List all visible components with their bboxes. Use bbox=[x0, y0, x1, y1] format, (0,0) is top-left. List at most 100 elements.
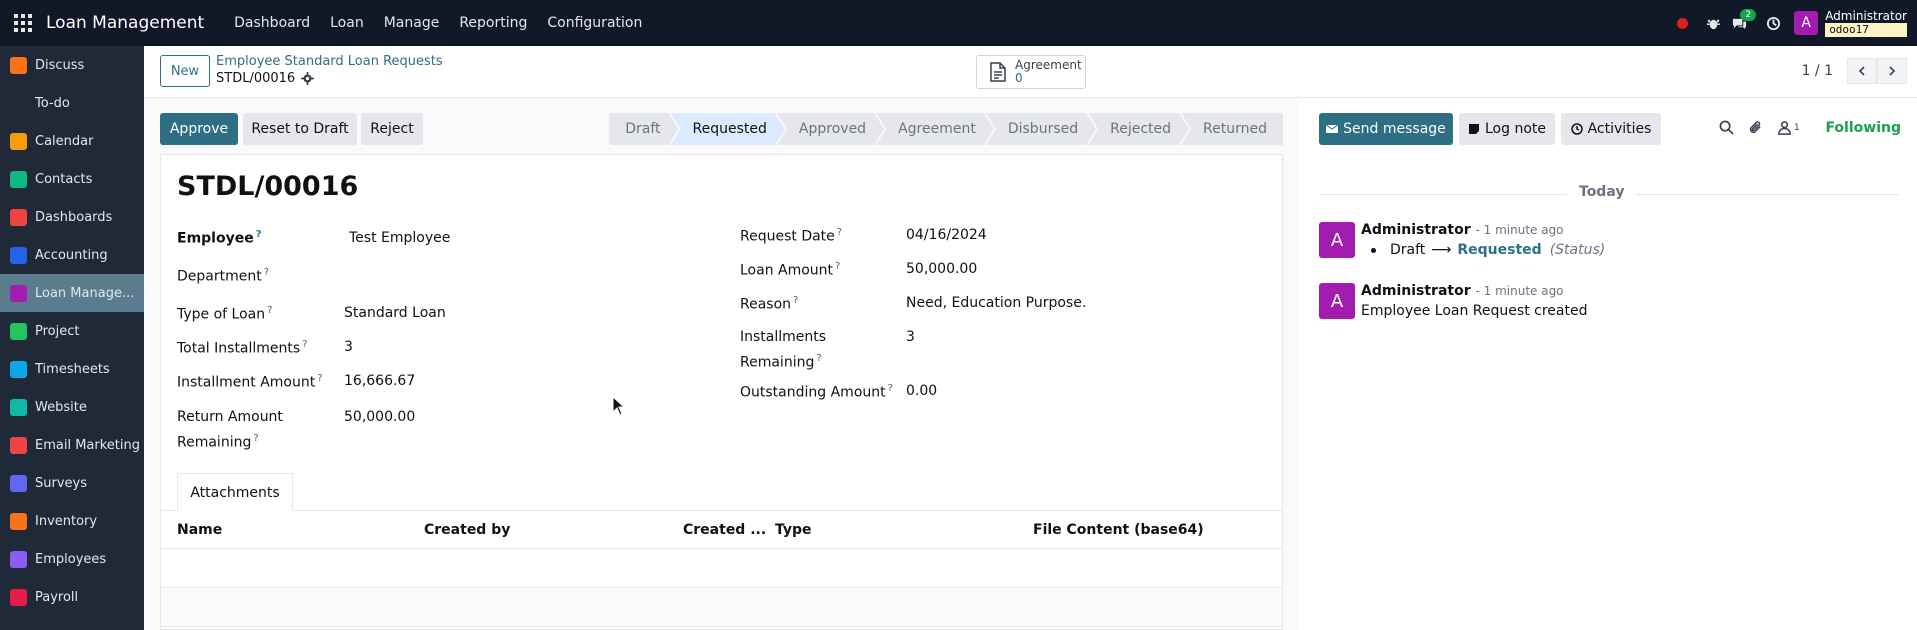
message-avatar[interactable]: A bbox=[1319, 283, 1355, 319]
log-note-button[interactable]: Log note bbox=[1459, 113, 1555, 145]
sidebar-item-timesheets[interactable]: Timesheets bbox=[0, 350, 144, 388]
menu-configuration[interactable]: Configuration bbox=[537, 15, 652, 31]
paperclip-icon[interactable] bbox=[1748, 120, 1763, 135]
help-icon[interactable]: ? bbox=[264, 267, 269, 278]
chat-icon[interactable]: 2 bbox=[1726, 0, 1757, 46]
debug-bug-icon[interactable] bbox=[1700, 0, 1726, 46]
return-amount-remaining-field[interactable]: 50,000.00 bbox=[344, 409, 415, 425]
message-author: Administrator - 1 minute ago bbox=[1361, 283, 1564, 299]
stage-draft[interactable]: Draft bbox=[609, 113, 678, 145]
help-icon[interactable]: ? bbox=[256, 229, 262, 240]
email-marketing-icon bbox=[10, 436, 27, 454]
menu-dashboard[interactable]: Dashboard bbox=[224, 15, 320, 31]
sidebar-item-dashboards[interactable]: Dashboards bbox=[0, 198, 144, 236]
sidebar-item-website[interactable]: Website bbox=[0, 388, 144, 426]
sidebar-item-loan[interactable]: Loan Manage... bbox=[0, 274, 144, 312]
department-label: Department? bbox=[177, 267, 269, 285]
stage-requested[interactable]: Requested bbox=[671, 113, 785, 145]
stage-rejected[interactable]: Rejected bbox=[1088, 113, 1189, 145]
apps-menu-icon[interactable] bbox=[0, 0, 46, 46]
pager: 1 / 1 bbox=[1802, 58, 1907, 84]
sidebar-item-label: Inventory bbox=[35, 513, 98, 529]
gear-icon[interactable] bbox=[301, 72, 315, 85]
help-icon[interactable]: ? bbox=[816, 353, 821, 364]
sidebar-item-surveys[interactable]: Surveys bbox=[0, 464, 144, 502]
employee-field[interactable]: Test Employee bbox=[349, 230, 450, 246]
sidebar-item-todo[interactable]: To-do bbox=[0, 84, 144, 122]
pager-previous-button[interactable] bbox=[1847, 58, 1877, 84]
chat-badge: 2 bbox=[1740, 9, 1757, 21]
following-button[interactable]: Following bbox=[1825, 120, 1901, 136]
message-avatar[interactable]: A bbox=[1319, 222, 1355, 258]
return-remaining-label-text: Remaining bbox=[177, 434, 252, 451]
sidebar-item-calendar[interactable]: Calendar bbox=[0, 122, 144, 160]
clock-activity-icon[interactable] bbox=[1760, 0, 1786, 46]
search-icon[interactable] bbox=[1719, 120, 1734, 135]
loan-amount-field[interactable]: 50,000.00 bbox=[906, 261, 977, 277]
installments-remaining-field[interactable]: 3 bbox=[906, 329, 915, 345]
sidebar-item-employees[interactable]: Employees bbox=[0, 540, 144, 578]
send-message-button[interactable]: Send message bbox=[1319, 113, 1453, 145]
stage-returned[interactable]: Returned bbox=[1181, 113, 1283, 145]
menu-manage[interactable]: Manage bbox=[374, 15, 450, 31]
user-avatar[interactable]: A bbox=[1794, 11, 1819, 35]
stage-agreement[interactable]: Agreement bbox=[876, 113, 994, 145]
col-name[interactable]: Name bbox=[177, 511, 222, 549]
reset-to-draft-button[interactable]: Reset to Draft bbox=[243, 113, 357, 145]
activities-button[interactable]: Activities bbox=[1561, 113, 1661, 145]
attachments-table-header: Name Created by Created ... Type File Co… bbox=[161, 511, 1282, 549]
outstanding-amount-field[interactable]: 0.00 bbox=[906, 383, 937, 399]
app-title[interactable]: Loan Management bbox=[46, 13, 204, 33]
table-row[interactable] bbox=[161, 550, 1282, 588]
installment-amount-field[interactable]: 16,666.67 bbox=[344, 373, 415, 389]
help-icon[interactable]: ? bbox=[837, 227, 842, 238]
stage-disbursed[interactable]: Disbursed bbox=[986, 113, 1096, 145]
new-button[interactable]: New bbox=[160, 55, 210, 87]
request-date-field[interactable]: 04/16/2024 bbox=[906, 227, 987, 243]
help-icon[interactable]: ? bbox=[835, 261, 840, 272]
help-icon[interactable]: ? bbox=[888, 383, 893, 394]
breadcrumb-parent[interactable]: Employee Standard Loan Requests bbox=[216, 54, 443, 69]
help-icon[interactable]: ? bbox=[302, 339, 307, 350]
menu-reporting[interactable]: Reporting bbox=[449, 15, 537, 31]
sidebar-item-project[interactable]: Project bbox=[0, 312, 144, 350]
contacts-icon bbox=[10, 170, 27, 188]
sidebar-item-inventory[interactable]: Inventory bbox=[0, 502, 144, 540]
type-of-loan-field[interactable]: Standard Loan bbox=[344, 305, 446, 321]
sidebar-item-discuss[interactable]: Discuss bbox=[0, 46, 144, 84]
tracking-old-value: Draft bbox=[1390, 242, 1426, 258]
sidebar-item-email-marketing[interactable]: Email Marketing bbox=[0, 426, 144, 464]
sidebar-item-contacts[interactable]: Contacts bbox=[0, 160, 144, 198]
approve-button[interactable]: Approve bbox=[160, 113, 238, 145]
message-time: - 1 minute ago bbox=[1475, 223, 1564, 237]
col-created-by[interactable]: Created by bbox=[424, 511, 510, 549]
author-name[interactable]: Administrator bbox=[1361, 222, 1471, 238]
sidebar-item-payroll[interactable]: Payroll bbox=[0, 578, 144, 616]
follower-user-icon[interactable] bbox=[1777, 120, 1792, 135]
sidebar-item-accounting[interactable]: Accounting bbox=[0, 236, 144, 274]
sidebar-item-label: Discuss bbox=[35, 57, 85, 73]
stage-approved[interactable]: Approved bbox=[777, 113, 884, 145]
help-icon[interactable]: ? bbox=[793, 295, 798, 306]
recording-dot-icon[interactable] bbox=[1677, 17, 1689, 29]
reject-button[interactable]: Reject bbox=[361, 113, 423, 145]
help-icon[interactable]: ? bbox=[253, 433, 258, 444]
reason-field[interactable]: Need, Education Purpose. bbox=[906, 295, 1086, 311]
agreement-smart-button[interactable]: Agreement 0 bbox=[976, 55, 1086, 89]
user-menu[interactable]: Administrator odoo17 bbox=[1825, 9, 1907, 37]
control-panel: New Employee Standard Loan Requests STDL… bbox=[144, 46, 1917, 98]
col-file-content[interactable]: File Content (base64) bbox=[1033, 511, 1204, 549]
tab-attachments[interactable]: Attachments bbox=[177, 473, 293, 511]
author-name[interactable]: Administrator bbox=[1361, 283, 1471, 299]
help-icon[interactable]: ? bbox=[267, 305, 272, 316]
table-row[interactable] bbox=[161, 589, 1282, 627]
col-type[interactable]: Type bbox=[775, 511, 812, 549]
help-icon[interactable]: ? bbox=[317, 373, 322, 384]
tracking-value: Draft ⟶ Requested (Status) bbox=[1371, 242, 1605, 258]
menu-loan[interactable]: Loan bbox=[320, 15, 374, 31]
pager-value[interactable]: 1 / 1 bbox=[1802, 63, 1833, 79]
pager-next-button[interactable] bbox=[1877, 58, 1907, 84]
total-installments-field[interactable]: 3 bbox=[344, 339, 353, 355]
chatter-topbar-icons: 1 bbox=[1719, 120, 1806, 135]
col-created-on[interactable]: Created ... bbox=[683, 511, 766, 549]
